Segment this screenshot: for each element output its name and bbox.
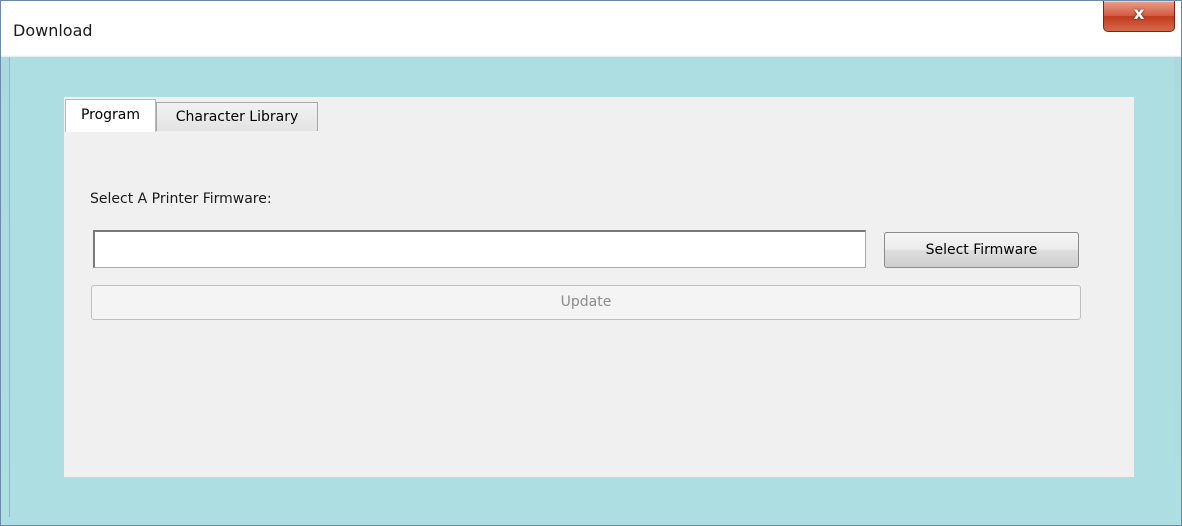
close-icon: x — [1133, 4, 1145, 24]
tab-character-library[interactable]: Character Library — [156, 102, 318, 131]
window-title: Download — [13, 21, 93, 40]
firmware-path-input[interactable] — [93, 230, 866, 268]
firmware-label: Select A Printer Firmware: — [90, 191, 272, 207]
select-firmware-button[interactable]: Select Firmware — [884, 232, 1079, 268]
title-bar[interactable]: Download — [1, 1, 1181, 57]
update-button: Update — [91, 285, 1081, 320]
close-button[interactable]: x — [1103, 1, 1175, 32]
tab-program[interactable]: Program — [65, 99, 156, 132]
